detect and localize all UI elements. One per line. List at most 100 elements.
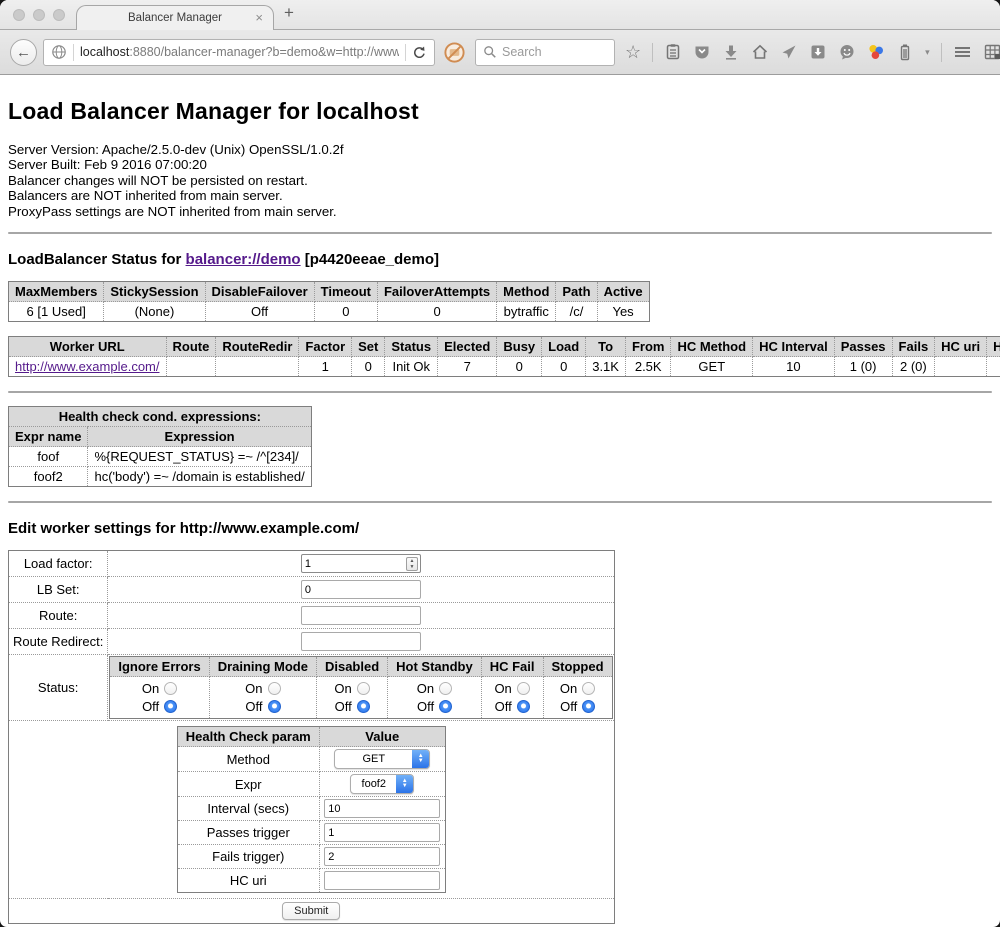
form-row-status: Status: Ignore Errors Draining Mode Disa… bbox=[9, 655, 615, 721]
col-disabled: Disabled bbox=[316, 657, 387, 677]
worker-url-link[interactable]: http://www.example.com/ bbox=[15, 359, 160, 374]
load-factor-input[interactable] bbox=[301, 554, 421, 573]
hc-fail-on-radio[interactable] bbox=[517, 682, 530, 695]
route-input[interactable] bbox=[301, 606, 421, 625]
worker-row: http://www.example.com/ 1 0 Init Ok 7 0 … bbox=[9, 357, 1000, 377]
stepper-icon[interactable]: ▲▼ bbox=[406, 557, 418, 571]
hc-interval-cell bbox=[319, 797, 445, 821]
minimize-window-button[interactable] bbox=[33, 9, 45, 21]
draining-mode-off-radio[interactable] bbox=[268, 700, 281, 713]
url-path: :8880/balancer-manager?b=demo&w=http://w… bbox=[129, 45, 399, 59]
select-arrows-icon: ▲▼ bbox=[396, 775, 413, 793]
hc-passes-input[interactable] bbox=[324, 823, 440, 842]
stopped-radios: OnOff bbox=[543, 677, 612, 719]
download-panel-icon[interactable] bbox=[809, 43, 827, 61]
cell-from: 2.5K bbox=[625, 357, 671, 377]
lb-set-cell bbox=[108, 577, 614, 603]
hc-method-select[interactable]: GET▲▼ bbox=[334, 749, 430, 769]
hot-standby-off-radio[interactable] bbox=[439, 700, 452, 713]
toolbar-separator bbox=[652, 43, 653, 62]
stopped-off-radio[interactable] bbox=[582, 700, 595, 713]
send-tab-icon[interactable] bbox=[780, 43, 798, 61]
overflow-caret-icon[interactable]: ▾ bbox=[925, 47, 930, 58]
hc-fails-cell bbox=[319, 845, 445, 869]
cell-busy: 0 bbox=[497, 357, 542, 377]
cell-hc-expr: foof2 bbox=[987, 357, 1000, 377]
hot-standby-on-radio[interactable] bbox=[439, 682, 452, 695]
adblock-icon[interactable] bbox=[443, 41, 466, 64]
cell-factor: 1 bbox=[299, 357, 352, 377]
hc-uri-input[interactable] bbox=[324, 871, 440, 890]
search-bar[interactable]: Search bbox=[475, 39, 615, 66]
col-load: Load bbox=[542, 337, 586, 357]
hc-fails-input[interactable] bbox=[324, 847, 440, 866]
submit-button[interactable]: Submit bbox=[282, 902, 340, 920]
feedback-smiley-icon[interactable] bbox=[838, 43, 856, 61]
close-window-button[interactable] bbox=[13, 9, 25, 21]
reload-icon[interactable] bbox=[412, 45, 427, 60]
cell-stickysession: (None) bbox=[104, 302, 205, 322]
submit-cell: Submit bbox=[9, 899, 615, 924]
url-text[interactable]: localhost:8880/balancer-manager?b=demo&w… bbox=[80, 45, 399, 59]
divider bbox=[8, 391, 992, 393]
ignore-errors-on-radio[interactable] bbox=[164, 682, 177, 695]
edit-worker-heading: Edit worker settings for http://www.exam… bbox=[8, 520, 992, 537]
hc-interval-label: Interval (secs) bbox=[177, 797, 319, 821]
form-row-hc-params: Health Check param Value Method GET▲▼ bbox=[9, 721, 615, 899]
tab-close-icon[interactable]: × bbox=[255, 9, 263, 27]
col-elected: Elected bbox=[438, 337, 497, 357]
search-icon bbox=[483, 45, 497, 59]
form-row-route-redirect: Route Redirect: bbox=[9, 629, 615, 655]
cell-path: /c/ bbox=[556, 302, 597, 322]
table-header-row: MaxMembers StickySession DisableFailover… bbox=[9, 282, 650, 302]
proxypass-notice-line: ProxyPass settings are NOT inherited fro… bbox=[8, 204, 992, 219]
col-status: Status bbox=[385, 337, 438, 357]
disabled-on-radio[interactable] bbox=[357, 682, 370, 695]
inherit-notice-line: Balancers are NOT inherited from main se… bbox=[8, 188, 992, 203]
col-hc-expr: HC Expr bbox=[987, 337, 1000, 357]
status-radio-row: OnOff OnOff OnOff OnOff bbox=[110, 677, 612, 719]
home-icon[interactable] bbox=[751, 43, 769, 61]
col-busy: Busy bbox=[497, 337, 542, 357]
pocket-icon[interactable] bbox=[693, 43, 711, 61]
hc-uri-label: HC uri bbox=[177, 869, 319, 893]
globe-icon bbox=[51, 44, 67, 60]
url-host: localhost bbox=[80, 45, 129, 59]
cell-worker-url: http://www.example.com/ bbox=[9, 357, 167, 377]
tab-bar: Balancer Manager × + bbox=[0, 0, 1000, 30]
lb-set-input[interactable] bbox=[301, 580, 421, 599]
grid-extension-icon[interactable] bbox=[983, 43, 1000, 61]
url-bar[interactable]: localhost:8880/balancer-manager?b=demo&w… bbox=[43, 39, 435, 66]
tab-balancer-manager[interactable]: Balancer Manager × bbox=[76, 5, 274, 30]
form-row-load-factor: Load factor: ▲▼ bbox=[9, 551, 615, 577]
route-redirect-input[interactable] bbox=[301, 632, 421, 651]
zoom-window-button[interactable] bbox=[53, 9, 65, 21]
hc-expr-select[interactable]: foof2▲▼ bbox=[350, 774, 414, 794]
stopped-on-radio[interactable] bbox=[582, 682, 595, 695]
col-expr-name: Expr name bbox=[9, 427, 88, 447]
col-worker-url: Worker URL bbox=[9, 337, 167, 357]
reading-list-icon[interactable] bbox=[664, 43, 682, 61]
back-button[interactable]: ← bbox=[10, 39, 37, 66]
battery-extension-icon[interactable] bbox=[896, 43, 914, 61]
menu-hamburger-icon[interactable] bbox=[953, 43, 972, 61]
downloads-icon[interactable] bbox=[722, 43, 740, 61]
route-redirect-label: Route Redirect: bbox=[9, 629, 108, 655]
col-method: Method bbox=[497, 282, 556, 302]
table-header-row: Worker URL Route RouteRedir Factor Set S… bbox=[9, 337, 1000, 357]
disabled-off-radio[interactable] bbox=[357, 700, 370, 713]
hc-fail-off-radio[interactable] bbox=[517, 700, 530, 713]
hot-standby-radios: OnOff bbox=[388, 677, 482, 719]
new-tab-button[interactable]: + bbox=[284, 3, 294, 23]
hc-interval-input[interactable] bbox=[324, 799, 440, 818]
draining-mode-on-radio[interactable] bbox=[268, 682, 281, 695]
hc-interval-row: Interval (secs) bbox=[177, 797, 445, 821]
col-expression: Expression bbox=[88, 427, 311, 447]
col-stickysession: StickySession bbox=[104, 282, 205, 302]
cell-hc-uri bbox=[935, 357, 987, 377]
colored-dots-extension-icon[interactable] bbox=[867, 43, 885, 61]
bookmark-star-icon[interactable]: ☆ bbox=[625, 43, 641, 61]
ignore-errors-off-radio[interactable] bbox=[164, 700, 177, 713]
balancer-demo-link[interactable]: balancer://demo bbox=[186, 251, 301, 268]
persist-notice-line: Balancer changes will NOT be persisted o… bbox=[8, 173, 992, 188]
